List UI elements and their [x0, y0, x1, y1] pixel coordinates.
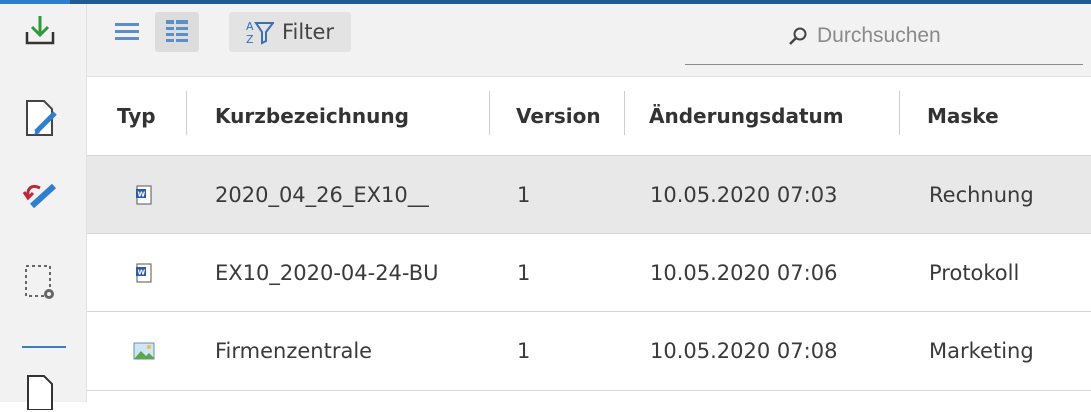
- document-table: Typ Kurzbezeichnung Version Änderungsdat…: [87, 77, 1091, 389]
- modified-date-cell: 10.05.2020 07:03: [650, 182, 838, 207]
- column-divider: [624, 91, 625, 135]
- type-cell: W: [135, 234, 153, 311]
- filter-button[interactable]: A Z Filter: [229, 12, 351, 52]
- word-document-icon: W: [136, 263, 152, 282]
- short-name-cell: Firmenzentrale: [215, 338, 373, 363]
- edit-document-button[interactable]: [18, 96, 62, 140]
- table-row[interactable]: Firmenzentrale 1 10.05.2020 07:08 Market…: [87, 311, 1091, 389]
- short-name-cell: 2020_04_26_EX10__: [215, 182, 429, 207]
- type-cell: W: [135, 156, 153, 233]
- rail-divider: [22, 346, 66, 348]
- selection-settings-icon: [25, 265, 54, 299]
- list-view-icon: [115, 23, 139, 40]
- table-row[interactable]: W EX10_2020-04-24-BU 1 10.05.2020 07:06 …: [87, 233, 1091, 311]
- modified-date-cell: 10.05.2020 07:08: [650, 338, 838, 363]
- mask-cell: Protokoll: [929, 260, 1020, 285]
- svg-text:A: A: [246, 20, 254, 33]
- list-view-button[interactable]: [107, 12, 147, 52]
- version-cell: 1: [517, 338, 531, 363]
- undo-edit-icon: [22, 183, 57, 209]
- table-header: Typ Kurzbezeichnung Version Änderungsdat…: [87, 77, 1091, 155]
- document-icon: [27, 375, 53, 410]
- modified-date-cell: 10.05.2020 07:06: [650, 260, 838, 285]
- detail-view-button[interactable]: [155, 12, 199, 52]
- column-header-modified-date[interactable]: Änderungsdatum: [649, 77, 844, 155]
- svg-text:Z: Z: [246, 33, 254, 45]
- filter-sort-icon: A Z: [246, 20, 274, 45]
- undo-edit-button[interactable]: [18, 174, 62, 218]
- search-icon: [789, 27, 807, 45]
- edit-document-icon: [26, 100, 57, 136]
- mask-cell: Rechnung: [929, 182, 1034, 207]
- download-button[interactable]: [18, 8, 62, 52]
- type-cell: [133, 312, 155, 389]
- column-divider: [489, 91, 490, 135]
- table-bottom-border: [87, 390, 1091, 391]
- version-cell: 1: [517, 182, 531, 207]
- column-header-mask[interactable]: Maske: [927, 77, 999, 155]
- column-divider: [186, 91, 187, 135]
- svg-text:W: W: [138, 268, 146, 276]
- mask-cell: Marketing: [929, 338, 1034, 363]
- table-row[interactable]: W 2020_04_26_EX10__ 1 10.05.2020 07:03 R…: [87, 155, 1091, 233]
- search-input[interactable]: [815, 23, 979, 49]
- search-box[interactable]: [685, 8, 1083, 65]
- column-header-version[interactable]: Version: [516, 77, 601, 155]
- left-action-rail: [0, 4, 87, 410]
- short-name-cell: EX10_2020-04-24-BU: [215, 260, 439, 285]
- column-divider: [899, 91, 900, 135]
- version-cell: 1: [517, 260, 531, 285]
- filter-label: Filter: [281, 20, 334, 44]
- new-document-button[interactable]: [18, 368, 62, 412]
- svg-text:W: W: [138, 190, 146, 198]
- column-header-type[interactable]: Typ: [117, 77, 156, 155]
- toolbar: A Z Filter: [87, 4, 1091, 77]
- word-document-icon: W: [136, 185, 152, 204]
- detail-view-icon: [166, 20, 188, 42]
- download-icon: [25, 16, 55, 45]
- image-file-icon: [133, 342, 155, 359]
- select-settings-button[interactable]: [18, 260, 62, 304]
- column-header-short-name[interactable]: Kurzbezeichnung: [215, 77, 409, 155]
